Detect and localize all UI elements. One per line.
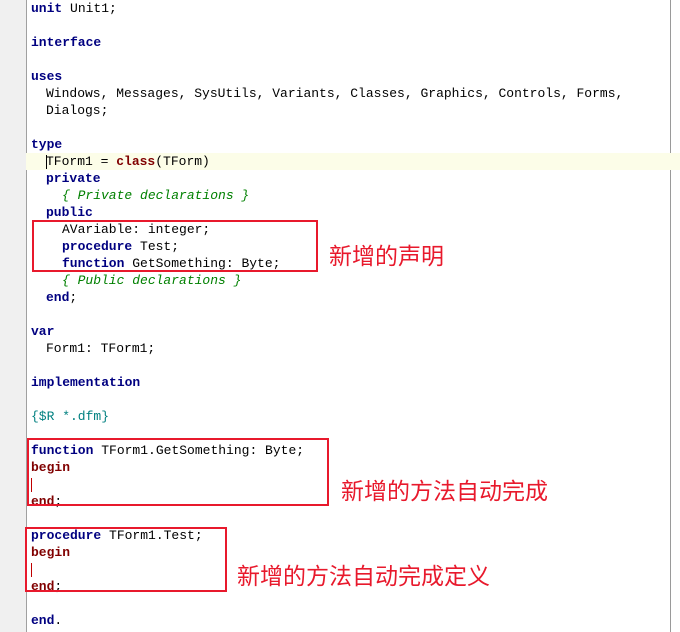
code-line: uses — [31, 69, 63, 84]
highlight-box-procedure-impl — [25, 527, 227, 592]
editor-gutter[interactable] — [0, 0, 27, 632]
code-line: Form1: TForm1; — [46, 341, 156, 356]
code-line-current: TForm1 = class(TForm) — [26, 153, 680, 170]
highlight-box-declarations — [32, 220, 318, 272]
code-line: implementation — [31, 375, 141, 390]
annotation-method-autocomplete: 新增的方法自动完成 — [341, 479, 548, 505]
code-line: interface — [31, 35, 102, 50]
highlight-box-function-impl — [27, 438, 329, 506]
code-line: unit Unit1; — [31, 1, 117, 16]
code-line: end. — [31, 613, 63, 628]
annotation-method-autocomplete-definition: 新增的方法自动完成定义 — [237, 564, 490, 590]
code-line: {$R *.dfm} — [31, 409, 110, 424]
code-line: type — [31, 137, 63, 152]
annotation-declarations: 新增的声明 — [329, 244, 444, 270]
code-line: { Public declarations } — [62, 273, 242, 288]
code-editor[interactable]: unit Unit1; interface uses Windows, Mess… — [0, 0, 680, 632]
code-line: { Private declarations } — [62, 188, 250, 203]
code-line: end; — [46, 290, 78, 305]
code-line: private — [46, 171, 101, 186]
code-line: Windows, Messages, SysUtils, Variants, C… — [46, 86, 624, 101]
code-line: public — [46, 205, 93, 220]
code-line: Dialogs; — [46, 103, 109, 118]
code-line: var — [31, 324, 55, 339]
